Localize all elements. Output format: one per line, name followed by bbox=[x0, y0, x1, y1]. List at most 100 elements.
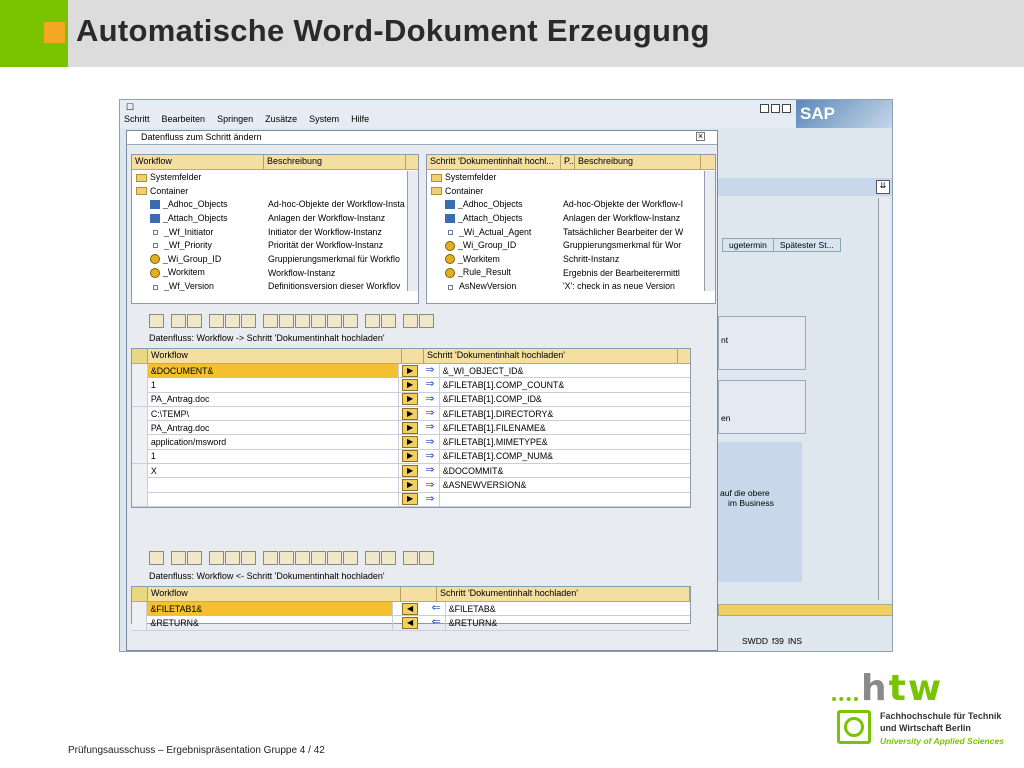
row-selector[interactable] bbox=[132, 363, 148, 378]
flow-row[interactable]: &FILETAB1& ◀ ⇐ &FILETAB& bbox=[132, 601, 690, 617]
delete-icon[interactable] bbox=[171, 314, 186, 328]
flow-left-cell[interactable]: C:\TEMP\ bbox=[148, 406, 400, 421]
tab-spaetester-start[interactable]: Spätester St... bbox=[774, 239, 840, 251]
workflow-tree-row[interactable]: _Workitem Workflow-Instanz bbox=[132, 266, 418, 280]
step-tree-row[interactable]: _Adhoc_Objects Ad-hoc-Objekte der Workflo… bbox=[427, 197, 715, 211]
workflow-tree-row[interactable]: _Wf_Initiator Initiator der Workflow-Inst… bbox=[132, 225, 418, 239]
row-selector[interactable] bbox=[132, 492, 148, 507]
flow-left-cell[interactable]: &DOCUMENT& bbox=[147, 363, 400, 378]
menu-icon[interactable]: ☐ bbox=[126, 102, 134, 113]
workflow-tree-row[interactable]: _Wf_Priority Priorität der Workflow-Insta… bbox=[132, 238, 418, 252]
direction-button[interactable]: ▶ bbox=[399, 479, 421, 492]
arrow-icon[interactable]: ▶ bbox=[402, 364, 419, 377]
workflow-tree-row[interactable]: Container bbox=[132, 184, 418, 198]
direction-button[interactable]: ▶ bbox=[399, 421, 421, 434]
flow-left-cell[interactable]: 1 bbox=[148, 449, 400, 464]
step-tree-row[interactable]: _Rule_Result Ergebnis der Bearbeiterermit… bbox=[427, 266, 715, 280]
arrow-icon[interactable]: ▶ bbox=[402, 450, 419, 463]
flow-left-cell[interactable]: application/msword bbox=[148, 435, 400, 450]
col-step-beschreibung[interactable]: Beschreibung bbox=[575, 155, 701, 169]
redo-icon[interactable] bbox=[343, 314, 358, 328]
arrow-icon[interactable]: ▶ bbox=[402, 421, 419, 434]
sort-icon[interactable] bbox=[187, 551, 202, 565]
direction-button[interactable]: ▶ bbox=[399, 493, 421, 506]
select-all-icon[interactable] bbox=[132, 349, 148, 363]
arrow-icon[interactable]: ▶ bbox=[402, 378, 419, 391]
background-field[interactable] bbox=[718, 604, 892, 616]
find-next-icon[interactable] bbox=[381, 551, 396, 565]
flow-right-cell[interactable]: &RETURN& bbox=[444, 615, 690, 630]
flow-right-cell[interactable]: &FILETAB[1].MIMETYPE& bbox=[438, 435, 690, 450]
sort-icon[interactable] bbox=[187, 314, 202, 328]
arrow-icon[interactable]: ▶ bbox=[402, 393, 419, 406]
flow-row[interactable]: PA_Antrag.doc ▶ ⇒ &FILETAB[1].COMP_ID& bbox=[132, 392, 690, 407]
flow-row[interactable]: X ▶ ⇒ &DOCOMMIT& bbox=[132, 463, 690, 479]
menu-schritt[interactable]: Schritt bbox=[124, 114, 150, 124]
flow-right-cell[interactable]: &DOCOMMIT& bbox=[438, 463, 690, 478]
arrow-icon[interactable]: ▶ bbox=[402, 464, 419, 477]
flow-row[interactable]: ▶ ⇒ &ASNEWVERSION& bbox=[132, 478, 690, 493]
flow-row[interactable]: &DOCUMENT& ▶ ⇒ &_WI_OBJECT_ID& bbox=[132, 363, 690, 379]
cut-icon[interactable] bbox=[225, 314, 240, 328]
insert-row-icon[interactable] bbox=[279, 314, 294, 328]
delete-row-icon[interactable] bbox=[295, 314, 310, 328]
flow-right-cell[interactable]: &FILETAB[1].COMP_COUNT& bbox=[438, 377, 690, 392]
print-icon[interactable] bbox=[403, 314, 418, 328]
menu-springen[interactable]: Springen bbox=[217, 114, 253, 124]
arrow-icon[interactable]: ◀ bbox=[402, 616, 419, 629]
flow-row[interactable]: PA_Antrag.doc ▶ ⇒ &FILETAB[1].FILENAME& bbox=[132, 420, 690, 436]
col-p[interactable]: P... bbox=[561, 155, 575, 169]
flow-left-cell[interactable]: X bbox=[148, 463, 400, 478]
step-tree-row[interactable]: _Attach_Objects Anlagen der Workflow-Inst… bbox=[427, 211, 715, 225]
tree-icon[interactable] bbox=[149, 314, 164, 328]
col-workflow[interactable]: Workflow bbox=[132, 155, 264, 169]
row-selector[interactable] bbox=[132, 420, 148, 435]
workflow-tree-row[interactable]: _Adhoc_Objects Ad-hoc-Objekte der Workflo… bbox=[132, 197, 418, 211]
arrow-icon[interactable]: ▶ bbox=[402, 407, 419, 420]
tree-icon[interactable] bbox=[149, 551, 164, 565]
new-icon[interactable] bbox=[263, 314, 278, 328]
row-selector[interactable] bbox=[132, 435, 148, 450]
flow-right-cell[interactable] bbox=[438, 492, 690, 507]
flow-right-cell[interactable]: &FILETAB[1].DIRECTORY& bbox=[438, 406, 690, 421]
step-tree-row[interactable]: AsNewVersion 'X': check in as neue Versio… bbox=[427, 280, 715, 294]
direction-button[interactable]: ▶ bbox=[399, 464, 421, 477]
paste-icon[interactable] bbox=[209, 551, 224, 565]
step-tree-scrollbar[interactable] bbox=[704, 171, 715, 291]
flow-right-cell[interactable]: &FILETAB& bbox=[444, 601, 690, 616]
duplicate-icon[interactable] bbox=[311, 314, 326, 328]
row-selector[interactable] bbox=[132, 601, 148, 616]
direction-button[interactable]: ▶ bbox=[399, 450, 421, 463]
minimize-icon[interactable] bbox=[760, 104, 769, 113]
workflow-tree-row[interactable]: _Wi_Group_ID Gruppierungsmerkmal für Work… bbox=[132, 252, 418, 266]
col-schritt[interactable]: Schritt 'Dokumentinhalt hochl... bbox=[427, 155, 561, 169]
row-selector[interactable] bbox=[132, 615, 148, 630]
arrow-icon[interactable]: ◀ bbox=[402, 602, 419, 615]
flow-right-cell[interactable]: &_WI_OBJECT_ID& bbox=[438, 363, 690, 378]
flow-left-cell[interactable]: PA_Antrag.doc bbox=[148, 420, 400, 435]
print-icon[interactable] bbox=[403, 551, 418, 565]
arrow-icon[interactable]: ▶ bbox=[402, 479, 419, 492]
select-all-icon[interactable] bbox=[132, 587, 148, 601]
arrow-icon[interactable]: ▶ bbox=[402, 436, 419, 449]
step-tree-row[interactable]: _Wi_Actual_Agent Tatsächlicher Bearbeiter… bbox=[427, 225, 715, 239]
flow-left-cell[interactable] bbox=[148, 492, 400, 507]
vertical-scrollbar[interactable] bbox=[878, 198, 890, 600]
direction-button[interactable]: ◀ bbox=[393, 616, 428, 629]
redo-icon[interactable] bbox=[343, 551, 358, 565]
step-tree-row[interactable]: _Workitem Schritt-Instanz bbox=[427, 252, 715, 266]
step-tree-row[interactable]: Container bbox=[427, 184, 715, 198]
flow-row[interactable]: C:\TEMP\ ▶ ⇒ &FILETAB[1].DIRECTORY& bbox=[132, 406, 690, 422]
tab-ugetermin[interactable]: ugetermin bbox=[723, 239, 774, 251]
workflow-tree-row[interactable]: _Wf_Version Definitionsversion dieser Wor… bbox=[132, 280, 418, 294]
row-selector[interactable] bbox=[132, 449, 148, 464]
flow-left-cell[interactable]: PA_Antrag.doc bbox=[148, 392, 400, 407]
flow-right-cell[interactable]: &FILETAB[1].COMP_NUM& bbox=[438, 449, 690, 464]
flow-row[interactable]: 1 ▶ ⇒ &FILETAB[1].COMP_COUNT& bbox=[132, 377, 690, 393]
flow-row[interactable]: ▶ ⇒ bbox=[132, 492, 690, 507]
direction-button[interactable]: ▶ bbox=[399, 364, 421, 377]
dialog-close-icon[interactable]: × bbox=[696, 132, 705, 141]
flow-row[interactable]: 1 ▶ ⇒ &FILETAB[1].COMP_NUM& bbox=[132, 449, 690, 465]
direction-button[interactable]: ◀ bbox=[393, 602, 428, 615]
row-selector[interactable] bbox=[132, 478, 148, 493]
